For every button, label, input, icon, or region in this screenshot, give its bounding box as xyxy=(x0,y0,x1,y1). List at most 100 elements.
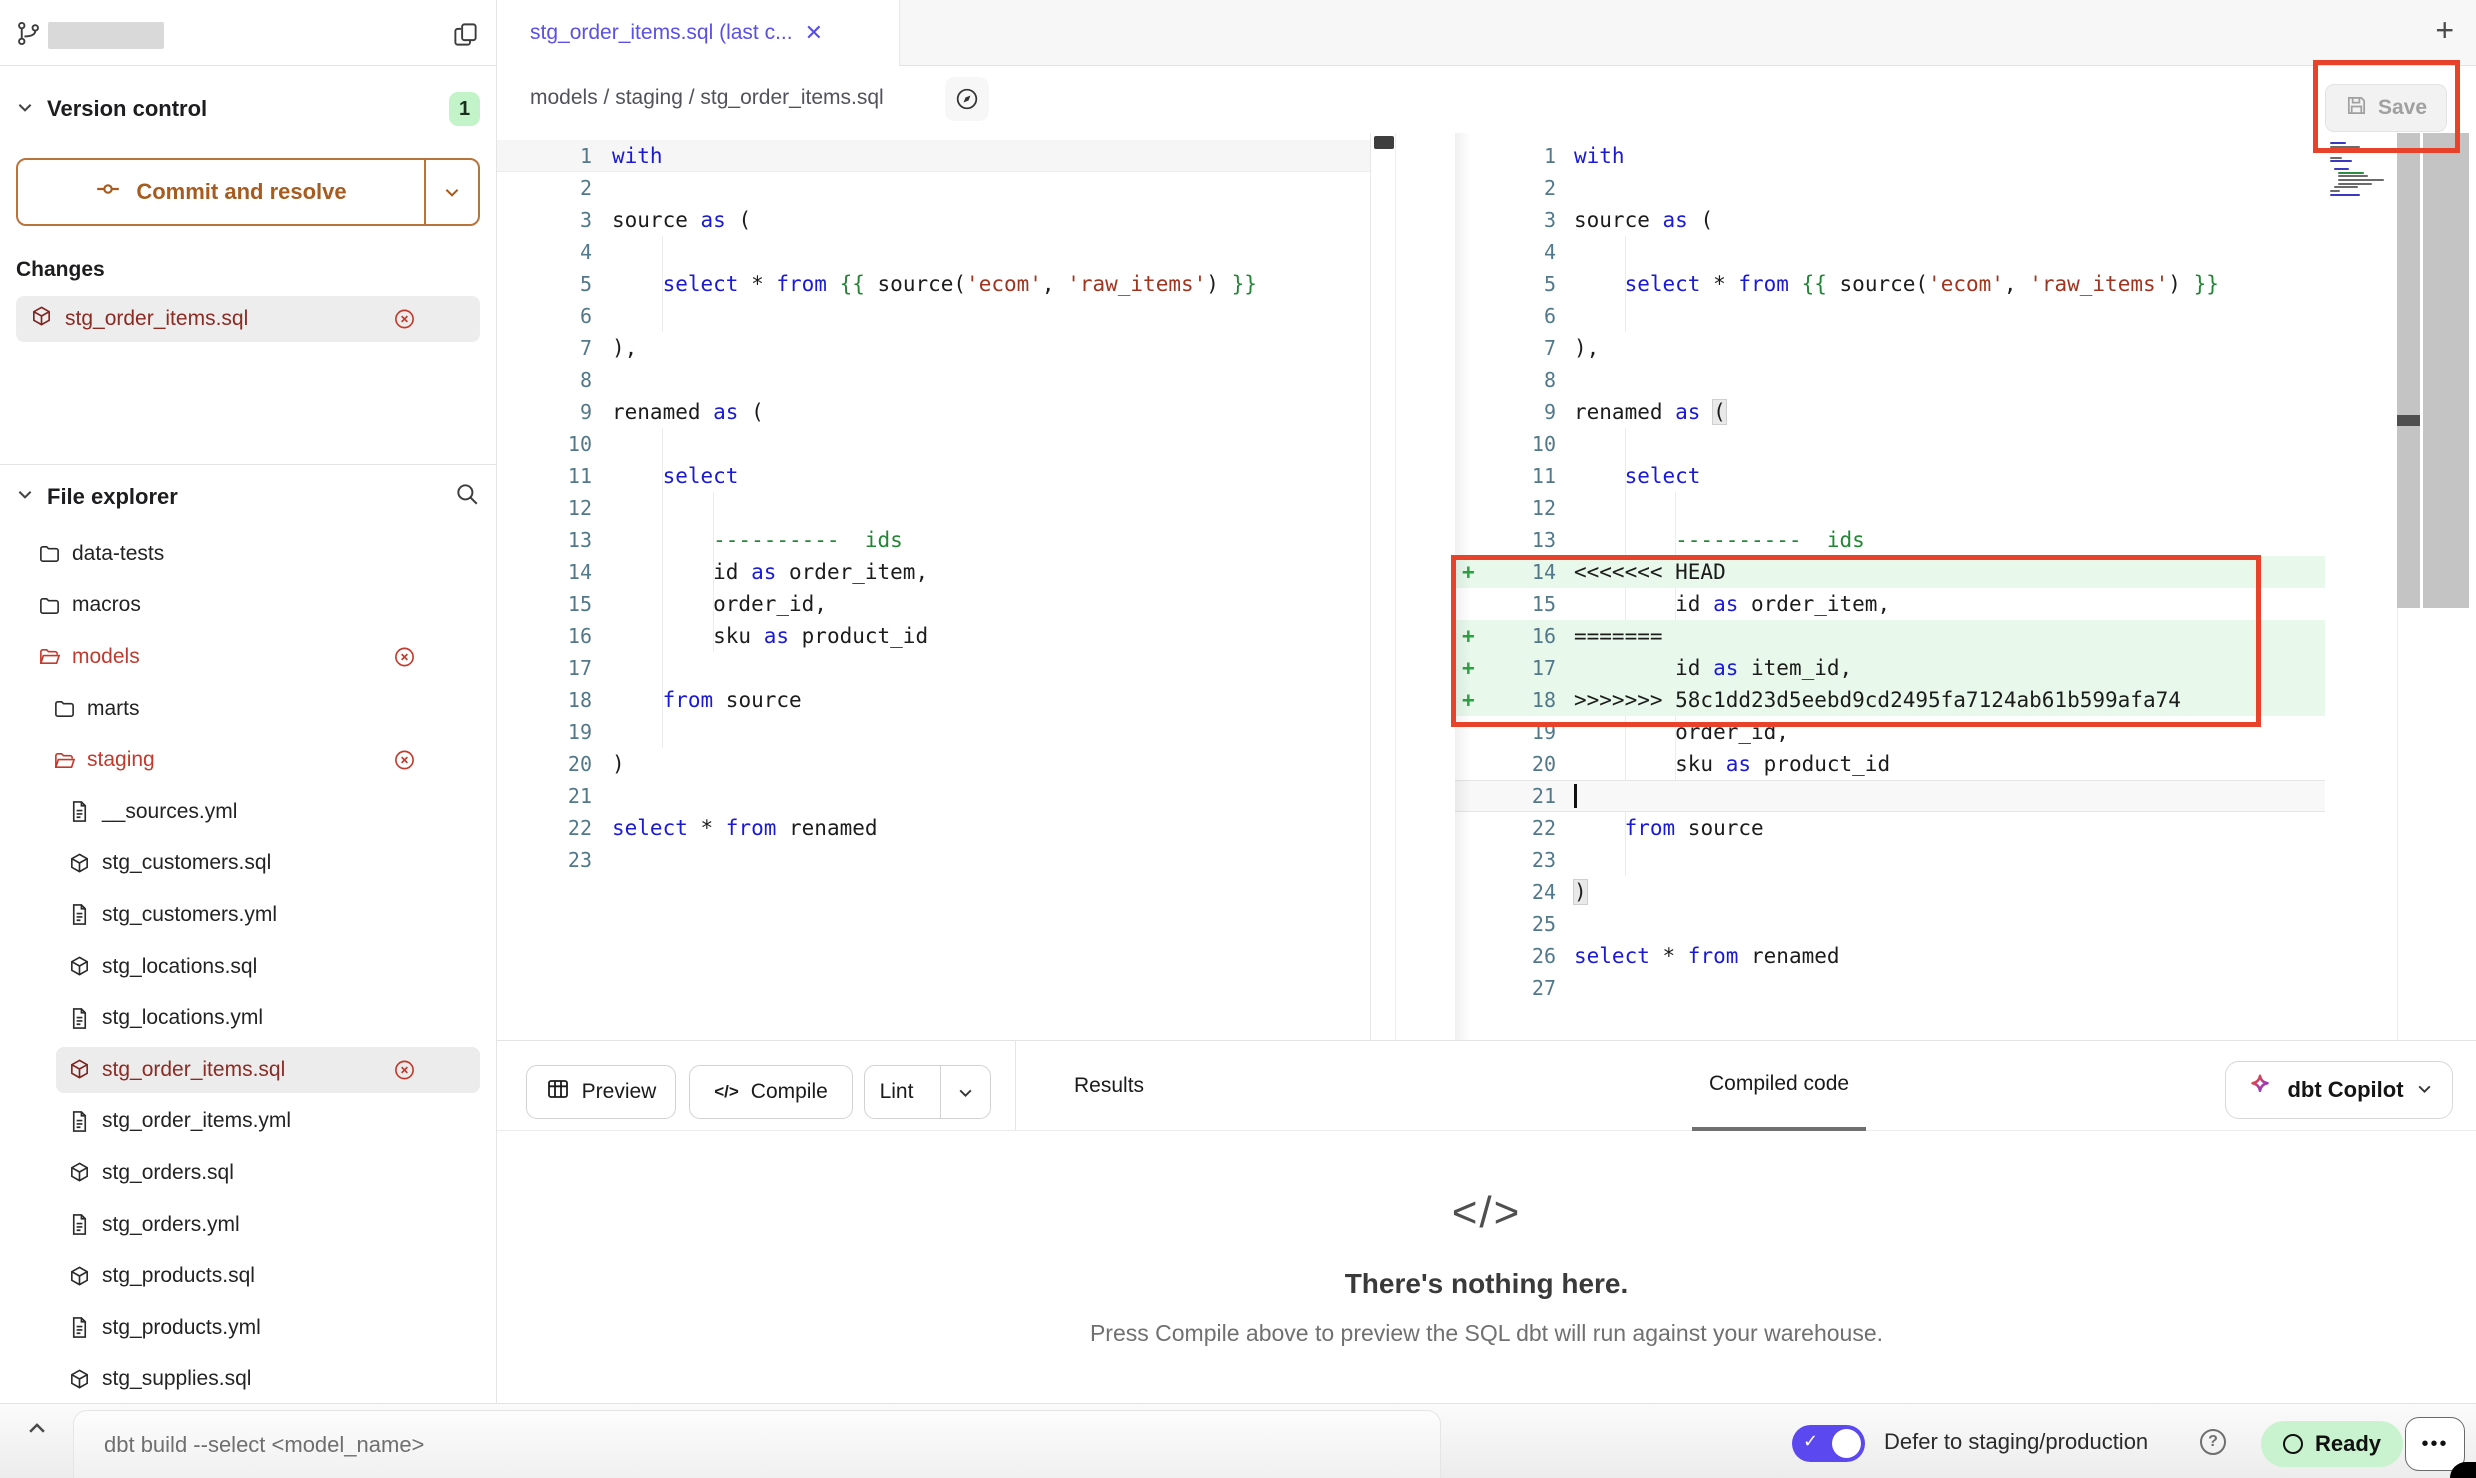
line-number: 21 xyxy=(497,780,592,812)
line-number: 23 xyxy=(497,844,592,876)
line-number: 1 xyxy=(497,140,592,172)
file-explorer-item-stg_order_items.yml[interactable]: stg_order_items.yml xyxy=(0,1096,496,1148)
file-explorer-header[interactable]: File explorer xyxy=(16,481,480,512)
file-explorer-item-stg_order_items.sql[interactable]: stg_order_items.sql xyxy=(0,1044,496,1096)
version-control-header[interactable]: Version control 1 xyxy=(16,92,480,126)
file-explorer-item-stg_products.sql[interactable]: stg_products.sql xyxy=(0,1250,496,1302)
left-editor-scrollbar-thumb[interactable] xyxy=(1374,136,1394,149)
model-icon xyxy=(68,1058,91,1081)
more-options-button[interactable]: ••• xyxy=(2405,1417,2465,1471)
compiled-code-empty-state: </> There's nothing here. Press Compile … xyxy=(497,1132,2476,1403)
copy-icon[interactable] xyxy=(452,21,479,53)
code-line-2: 2 xyxy=(497,172,1370,204)
help-icon[interactable]: ? xyxy=(2200,1429,2226,1455)
file-icon xyxy=(68,1110,91,1133)
minimap[interactable] xyxy=(2330,142,2392,198)
file-explorer-item-stg_orders.yml[interactable]: stg_orders.yml xyxy=(0,1199,496,1251)
model-cube-icon xyxy=(30,305,53,333)
file-name: marts xyxy=(87,697,140,721)
defer-toggle[interactable]: ✓ xyxy=(1792,1425,1865,1462)
file-explorer-item-stg_customers.yml[interactable]: stg_customers.yml xyxy=(0,889,496,941)
command-input[interactable] xyxy=(74,1411,1440,1478)
file-explorer-item-data-tests[interactable]: data-tests xyxy=(0,528,496,580)
code-line-5: 5 select * from {{ source('ecom', 'raw_i… xyxy=(497,268,1370,300)
version-control-section: Version control 1 Commit and resolve Cha… xyxy=(0,66,496,465)
line-number: 15 xyxy=(497,588,592,620)
diff-add-marker xyxy=(1455,492,1481,524)
file-explorer-item-stg_locations.sql[interactable]: stg_locations.sql xyxy=(0,941,496,993)
diff-add-marker xyxy=(1455,140,1481,172)
tab-compiled-code[interactable]: Compiled code xyxy=(1692,1041,1866,1131)
code-line-10: 10 xyxy=(1455,428,2325,460)
diff-add-marker xyxy=(1455,940,1481,972)
line-number: 8 xyxy=(497,364,592,396)
expand-command-panel-icon[interactable] xyxy=(26,1418,48,1445)
line-number: 16 xyxy=(497,620,592,652)
code-line-6: 6 xyxy=(1455,300,2325,332)
new-tab-button[interactable]: + xyxy=(2435,12,2454,49)
file-explorer-item-stg_customers.sql[interactable]: stg_customers.sql xyxy=(0,838,496,890)
discard-change-icon[interactable] xyxy=(393,645,416,668)
line-number: 13 xyxy=(497,524,592,556)
file-explorer-item-models[interactable]: models xyxy=(0,631,496,683)
code-line-9: 9renamed as ( xyxy=(1455,396,2325,428)
lint-options-caret[interactable] xyxy=(940,1066,990,1118)
minimap-scrollbar[interactable] xyxy=(2397,133,2420,608)
code-line-19: 19 order_id, xyxy=(1455,716,2325,748)
code-line-14: +14<<<<<<< HEAD xyxy=(1455,556,2325,588)
file-explorer-item-marts[interactable]: marts xyxy=(0,683,496,735)
diff-add-marker xyxy=(1455,364,1481,396)
file-icon xyxy=(68,1213,91,1236)
dbt-copilot-button[interactable]: dbt Copilot xyxy=(2225,1061,2453,1119)
discard-change-icon[interactable] xyxy=(393,1058,416,1081)
code-line-20: 20) xyxy=(497,748,1370,780)
code-editor-current[interactable]: 1with23source as (45 select * from {{ so… xyxy=(1455,133,2325,1040)
diff-add-marker: + xyxy=(1455,556,1481,588)
explore-lineage-button[interactable] xyxy=(945,77,989,121)
file-explorer-item-__sources.yml[interactable]: __sources.yml xyxy=(0,786,496,838)
diff-add-marker xyxy=(1455,396,1481,428)
tab-stg-order-items[interactable]: stg_order_items.sql (last c... ✕ xyxy=(497,0,900,66)
file-explorer-item-stg_orders.sql[interactable]: stg_orders.sql xyxy=(0,1147,496,1199)
file-explorer-item-macros[interactable]: macros xyxy=(0,580,496,632)
editor-scrollbar[interactable] xyxy=(2423,133,2469,608)
search-icon[interactable] xyxy=(454,481,480,512)
commit-options-caret[interactable] xyxy=(424,160,478,224)
save-button[interactable]: Save xyxy=(2325,84,2447,132)
folder-icon xyxy=(38,542,61,565)
diff-add-marker xyxy=(1455,332,1481,364)
tab-results[interactable]: Results xyxy=(1074,1041,1144,1131)
file-explorer-item-stg_supplies.sql[interactable]: stg_supplies.sql xyxy=(0,1354,496,1403)
code-line-22: 22select * from renamed xyxy=(497,812,1370,844)
file-name: stg_products.yml xyxy=(102,1316,261,1340)
file-explorer-item-stg_locations.yml[interactable]: stg_locations.yml xyxy=(0,992,496,1044)
line-number: 21 xyxy=(1481,780,1556,812)
file-explorer-item-stg_products.yml[interactable]: stg_products.yml xyxy=(0,1302,496,1354)
discard-change-icon[interactable] xyxy=(393,749,416,772)
line-number: 4 xyxy=(497,236,592,268)
changed-file-row[interactable]: stg_order_items.sql xyxy=(16,296,480,342)
file-explorer-item-staging[interactable]: staging xyxy=(0,734,496,786)
line-number: 10 xyxy=(497,428,592,460)
code-line-7: 7), xyxy=(1455,332,2325,364)
diff-add-marker: + xyxy=(1455,652,1481,684)
line-number: 16 xyxy=(1481,620,1556,652)
folder-open-icon xyxy=(38,645,61,668)
lint-button[interactable]: Lint xyxy=(864,1065,991,1119)
line-number: 22 xyxy=(1481,812,1556,844)
copilot-label: dbt Copilot xyxy=(2287,1077,2403,1103)
code-line-21: 21 xyxy=(497,780,1370,812)
code-line-18: +18>>>>>>> 58c1dd23d5eebd9cd2495fa7124ab… xyxy=(1455,684,2325,716)
code-line-26: 26select * from renamed xyxy=(1455,940,2325,972)
chevron-down-icon xyxy=(16,485,34,508)
compile-button[interactable]: </> Compile xyxy=(689,1065,853,1119)
preview-button[interactable]: Preview xyxy=(526,1065,676,1119)
close-tab-icon[interactable]: ✕ xyxy=(805,20,823,46)
commit-and-resolve-button[interactable]: Commit and resolve xyxy=(16,158,480,226)
code-brackets-icon: </> xyxy=(1452,1188,1522,1238)
file-name: stg_locations.sql xyxy=(102,955,257,979)
line-number: 12 xyxy=(1481,492,1556,524)
changes-count-badge: 1 xyxy=(449,92,480,126)
code-editor-original[interactable]: 1with23source as (45 select * from {{ so… xyxy=(497,133,1371,1040)
discard-change-icon[interactable] xyxy=(393,308,416,331)
